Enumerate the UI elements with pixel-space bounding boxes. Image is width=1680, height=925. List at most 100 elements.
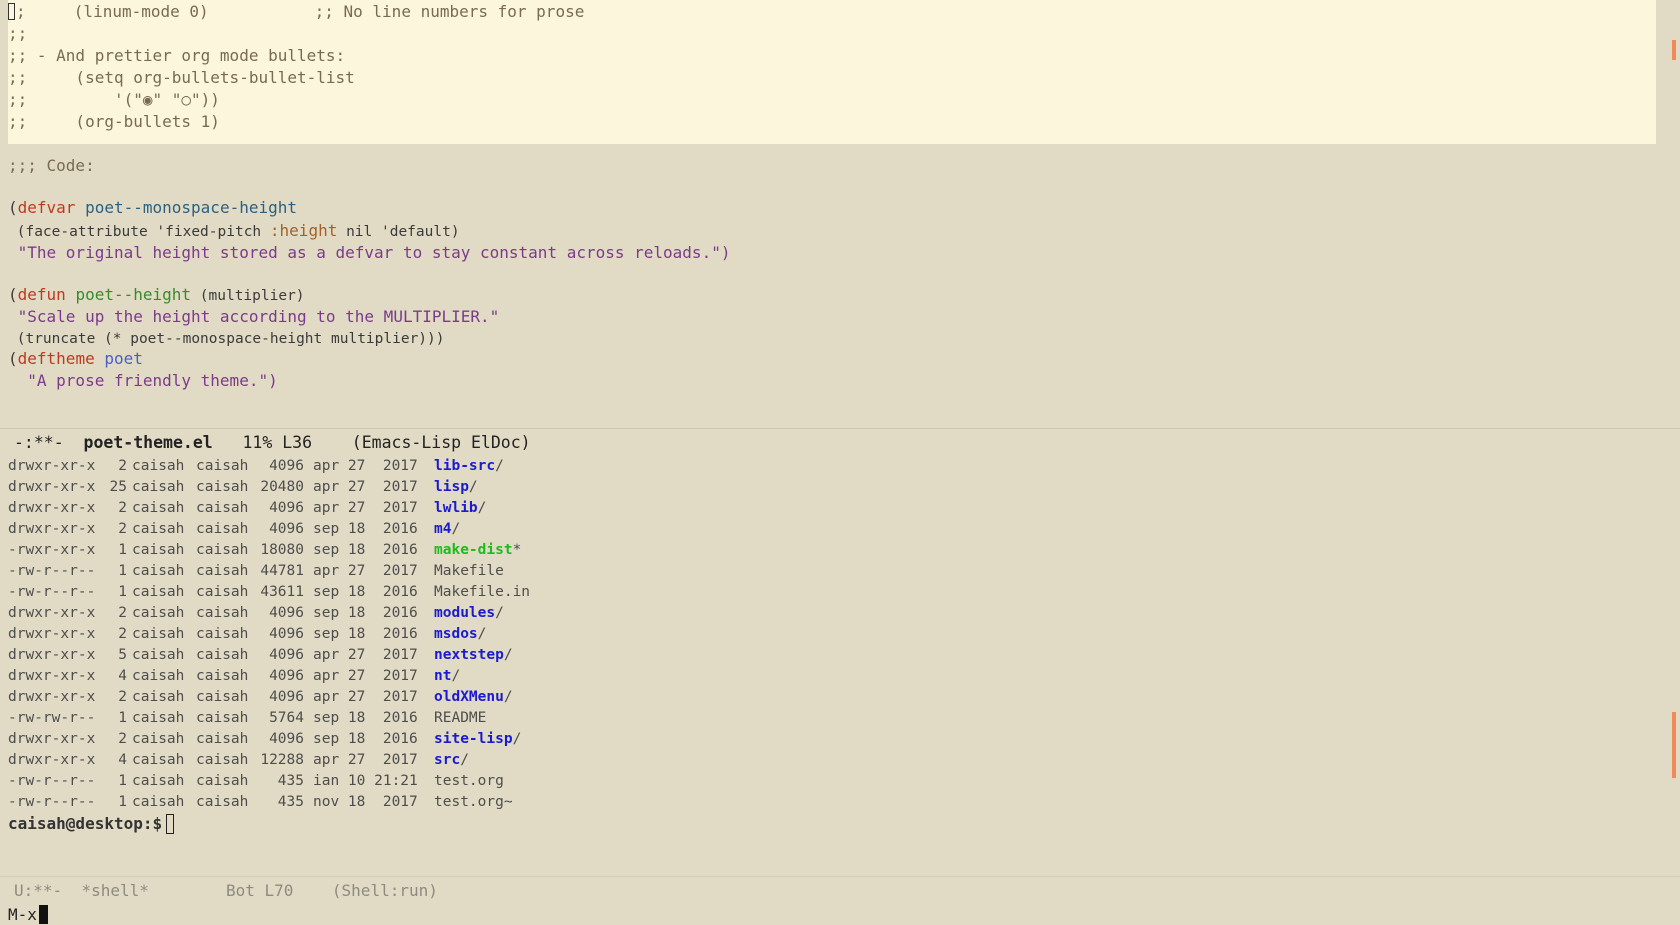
minibuffer-cursor [38, 905, 48, 924]
directory-name[interactable]: modules [434, 603, 495, 624]
ls-permissions: drwxr-xr-x [8, 752, 96, 768]
docstring-text: "The original height stored as a defvar … [8, 243, 731, 262]
editor-scroll-indicator[interactable] [1672, 40, 1676, 60]
editor-window-poet-theme[interactable]: ; (linum-mode 0) ;; No line numbers for … [0, 0, 1680, 428]
modeline-buffer-name[interactable]: poet-theme.el [84, 433, 213, 452]
ls-group: caisah [196, 647, 249, 663]
directory-name[interactable]: lisp [434, 477, 469, 498]
ls-link-count: 1 [118, 710, 127, 726]
code-line: ;; (setq org-bullets-bullet-list [8, 68, 355, 87]
ls-date: sep 18 2016 [313, 710, 418, 726]
shell-prompt-line[interactable]: caisah@desktop:$ [8, 812, 175, 836]
file-type-suffix: / [477, 626, 487, 642]
file-name[interactable]: Makefile [434, 561, 504, 582]
ls-link-count: 1 [118, 773, 127, 789]
file-type-suffix: / [512, 731, 522, 747]
ls-permissions: drwxr-xr-x [8, 521, 96, 537]
directory-name[interactable]: nt [434, 666, 451, 687]
modeline-status: -:**- [14, 433, 64, 452]
ls-group: caisah [196, 500, 249, 516]
modeline-modes[interactable]: (Emacs-Lisp ElDoc) [352, 433, 531, 452]
file-name[interactable]: test.org~ [434, 792, 513, 813]
modeline-editor[interactable]: -:**- poet-theme.el 11% L36 (Emacs-Lisp … [0, 428, 1680, 456]
ls-owner: caisah [132, 647, 185, 663]
shell-scroll-indicator[interactable] [1672, 712, 1676, 778]
modeline-position: Bot L70 [225, 881, 294, 900]
directory-name[interactable]: msdos [434, 624, 478, 645]
ls-group: caisah [196, 479, 249, 495]
ls-size: 20480 [260, 479, 304, 495]
ls-date: apr 27 2017 [313, 752, 418, 768]
ls-owner: caisah [132, 479, 185, 495]
ls-link-count: 25 [109, 479, 127, 495]
modeline-shell[interactable]: U:**- *shell* Bot L70 (Shell:run) [0, 876, 1680, 904]
ls-group: caisah [196, 458, 249, 474]
ls-group: caisah [196, 605, 249, 621]
file-type-suffix: / [468, 479, 478, 495]
code-text: (face-attribute 'fixed-pitch [8, 224, 270, 240]
ls-group: caisah [196, 689, 249, 705]
ls-owner: caisah [132, 542, 185, 558]
emacs-frame: ; (linum-mode 0) ;; No line numbers for … [0, 0, 1680, 925]
ls-link-count: 1 [118, 794, 127, 810]
ls-owner: caisah [132, 626, 185, 642]
defun-docstring: "Scale up the height according to the MU… [8, 307, 500, 326]
ls-date: apr 27 2017 [313, 563, 418, 579]
ls-size: 44781 [260, 563, 304, 579]
defvar-body-line: (face-attribute 'fixed-pitch :height nil… [8, 219, 460, 243]
file-type-suffix: / [495, 605, 504, 621]
file-name[interactable]: README [434, 708, 486, 729]
height-keyword: :height [269, 221, 338, 240]
code-line: ;; '("◉" "○")) [8, 90, 220, 109]
directory-name[interactable]: site-lisp [434, 729, 513, 750]
ls-size: 5764 [269, 710, 304, 726]
ls-date: apr 27 2017 [313, 689, 418, 705]
ls-permissions: drwxr-xr-x [8, 458, 96, 474]
file-type-suffix: / [460, 752, 469, 768]
ls-permissions: drwxr-xr-x [8, 668, 96, 684]
modeline-modes[interactable]: (Shell:run) [332, 881, 438, 900]
code-line: ; (linum-mode 0) ;; No line numbers for … [8, 0, 584, 24]
ls-owner: caisah [132, 521, 185, 537]
ls-size: 435 [277, 773, 304, 789]
file-type-suffix: * [512, 542, 522, 558]
ls-size: 4096 [269, 500, 304, 516]
ls-row: drwxr-xr-x 25 caisah caisah 20480 apr 27 2017… [8, 477, 478, 498]
ls-date: sep 18 2016 [313, 605, 418, 621]
ls-row: -rw-r--r-- 1 caisah caisah 44781 apr 27 2017 M… [8, 561, 504, 582]
directory-name[interactable]: lib-src [434, 456, 495, 477]
ls-row: -rw-r--r-- 1 caisah caisah 435 nov 18 2017 tes… [8, 792, 513, 813]
ls-owner: caisah [132, 668, 185, 684]
ls-permissions: drwxr-xr-x [8, 731, 96, 747]
directory-name[interactable]: lwlib [434, 498, 478, 519]
ls-permissions: -rw-rw-r-- [8, 710, 96, 726]
modeline-position: 11% L36 [242, 433, 313, 452]
file-name[interactable]: test.org [434, 771, 504, 792]
file-type-suffix: / [451, 668, 461, 684]
file-type-suffix: / [503, 647, 513, 663]
file-name[interactable]: Makefile.in [434, 582, 530, 603]
defun-name: poet--height [75, 285, 192, 304]
minibuffer[interactable]: M-x [0, 904, 1680, 925]
ls-link-count: 4 [118, 752, 127, 768]
ls-size: 4096 [269, 458, 304, 474]
ls-row: drwxr-xr-x 2 caisah caisah 4096 sep 18 2016 si… [8, 729, 521, 750]
ls-date: sep 18 2016 [313, 542, 418, 558]
ls-row: drwxr-xr-x 5 caisah caisah 4096 apr 27 2017 ne… [8, 645, 513, 666]
ls-date: apr 27 2017 [313, 458, 418, 474]
directory-name[interactable]: src [434, 750, 460, 771]
file-name[interactable]: make-dist [434, 540, 513, 561]
shell-window[interactable]: drwxr-xr-x 2 caisah caisah 4096 apr 27 2017 li… [0, 456, 1680, 876]
ls-owner: caisah [132, 752, 185, 768]
modeline-buffer-name[interactable]: *shell* [81, 881, 148, 900]
ls-permissions: -rw-r--r-- [8, 584, 96, 600]
ls-link-count: 2 [118, 605, 127, 621]
shell-prompt: caisah@desktop:$ [8, 814, 163, 833]
directory-name[interactable]: m4 [434, 519, 451, 540]
directory-name[interactable]: nextstep [434, 645, 504, 666]
ls-group: caisah [196, 731, 249, 747]
defun-args: (multiplier) [191, 288, 305, 304]
ls-link-count: 2 [118, 521, 127, 537]
ls-size: 4096 [269, 668, 304, 684]
directory-name[interactable]: oldXMenu [434, 687, 504, 708]
